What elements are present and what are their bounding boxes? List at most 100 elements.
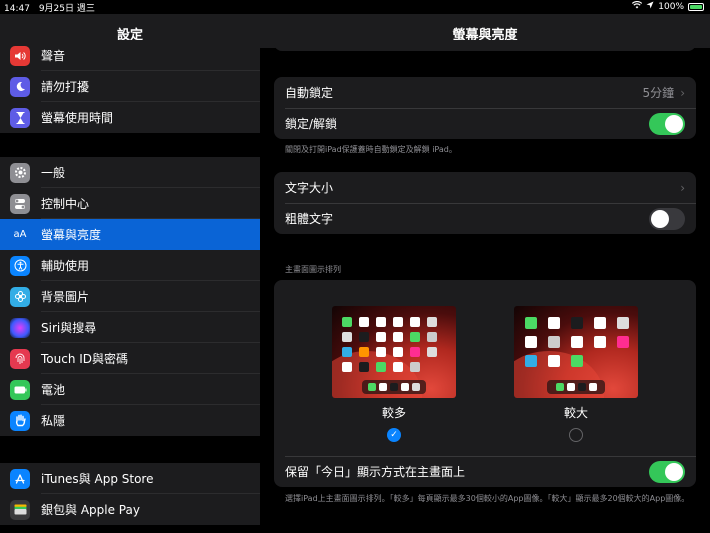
app-icon <box>410 347 420 357</box>
sidebar-item-do-not-disturb[interactable]: 請勿打擾 <box>0 71 260 102</box>
app-icon <box>617 317 629 329</box>
preview-dock <box>362 380 426 394</box>
keep-today-label: 保留「今日」顯示方式在主畫面上 <box>285 465 466 479</box>
app-icon <box>427 317 437 327</box>
layout-option-bigger[interactable]: 較大 <box>514 306 638 442</box>
divider <box>285 456 696 457</box>
chevron-right-icon: › <box>680 180 685 195</box>
sidebar-item-control-center[interactable]: 控制中心 <box>0 188 260 219</box>
sidebar-item-label: iTunes與 App Store <box>41 472 154 486</box>
keep-today-row: 保留「今日」顯示方式在主畫面上 <box>274 456 696 487</box>
app-icon <box>548 355 560 367</box>
icon-grid <box>525 317 629 367</box>
app-icon <box>548 317 560 329</box>
sidebar-item-wallpaper[interactable]: 背景圖片 <box>0 281 260 312</box>
toggle-knob <box>651 209 669 228</box>
sidebar-item-sound[interactable]: 聲音 <box>0 40 260 71</box>
toggle-knob <box>665 462 683 481</box>
app-icon <box>342 347 352 357</box>
sidebar-item-label: 一般 <box>41 166 66 180</box>
sidebar-item-battery[interactable]: 電池 <box>0 374 260 405</box>
sidebar-item-general[interactable]: 一般 <box>0 157 260 188</box>
app-icon <box>376 332 386 342</box>
sidebar-item-display-brightness[interactable]: aA 螢幕與亮度 <box>0 219 260 250</box>
auto-lock-value: 5分鐘 <box>642 86 675 100</box>
status-bar: 14:47 9月25日 週三 100% <box>0 0 710 14</box>
speaker-icon <box>10 45 30 66</box>
app-icon <box>393 332 403 342</box>
sidebar-item-label: 電池 <box>41 383 66 397</box>
app-icon <box>410 362 420 372</box>
text-size-icon: aA <box>10 224 30 245</box>
fingerprint-icon <box>10 348 30 369</box>
text-card: 文字大小 › 粗體文字 <box>274 172 696 234</box>
app-icon <box>410 332 420 342</box>
dock-icon <box>555 383 564 391</box>
lock-unlock-row: 鎖定/解鎖 <box>274 108 696 139</box>
bold-text-toggle[interactable] <box>649 207 685 230</box>
layout-bigger-radio[interactable] <box>569 428 583 442</box>
moon-icon <box>10 76 30 97</box>
sidebar-item-label: Siri與搜尋 <box>41 321 97 335</box>
sidebar-item-label: 輔助使用 <box>41 259 90 273</box>
layout-more-radio[interactable]: ✓ <box>387 428 401 442</box>
layout-bigger-label: 較大 <box>563 406 588 420</box>
app-store-icon <box>10 468 30 489</box>
sidebar-item-accessibility[interactable]: 輔助使用 <box>0 250 260 281</box>
sidebar-item-wallet[interactable]: 銀包與 Apple Pay <box>0 494 260 525</box>
sidebar-item-label: 控制中心 <box>41 197 90 211</box>
siri-icon <box>10 317 30 338</box>
sidebar-item-app-store[interactable]: iTunes與 App Store <box>0 463 260 494</box>
battery-icon <box>10 379 30 400</box>
app-icon <box>525 355 537 367</box>
battery-percent: 100% <box>658 1 684 12</box>
app-icon <box>594 317 606 329</box>
layout-section-header: 主畫面圖示排列 <box>285 265 341 274</box>
sidebar-item-privacy[interactable]: 私隱 <box>0 405 260 436</box>
app-icon <box>376 362 386 372</box>
sidebar: 設定 聲音 請勿打擾 螢幕使用時間 一般 控制中心 aA 螢幕與亮度 輔助使用 … <box>0 0 260 533</box>
app-icon <box>427 347 437 357</box>
app-icon <box>571 317 583 329</box>
app-icon <box>571 336 583 348</box>
app-icon <box>548 336 560 348</box>
app-icon <box>342 362 352 372</box>
checkmark-icon: ✓ <box>390 430 398 440</box>
dock-icon <box>588 383 597 391</box>
app-icon <box>617 336 629 348</box>
sidebar-item-touch-id[interactable]: Touch ID與密碼 <box>0 343 260 374</box>
app-icon <box>525 317 537 329</box>
sidebar-item-siri[interactable]: Siri與搜尋 <box>0 312 260 343</box>
text-size-row[interactable]: 文字大小 › <box>274 172 696 203</box>
keep-today-toggle[interactable] <box>649 460 685 483</box>
layout-more-label: 較多 <box>381 406 406 420</box>
sidebar-item-label: 請勿打擾 <box>41 80 90 94</box>
brightness-card-partial <box>274 40 696 51</box>
sidebar-item-screen-time[interactable]: 螢幕使用時間 <box>0 102 260 133</box>
gear-icon <box>10 162 30 183</box>
app-icon <box>359 317 369 327</box>
wifi-icon <box>632 1 643 12</box>
lock-unlock-toggle[interactable] <box>649 112 685 135</box>
app-icon <box>594 336 606 348</box>
hand-icon <box>10 410 30 431</box>
icon-grid <box>342 317 437 372</box>
sidebar-item-label: 背景圖片 <box>41 290 90 304</box>
app-icon <box>376 347 386 357</box>
auto-lock-row[interactable]: 自動鎖定 5分鐘 › <box>274 77 696 108</box>
chevron-right-icon: › <box>680 85 685 100</box>
auto-lock-label: 自動鎖定 <box>285 86 334 100</box>
layout-option-more[interactable]: 較多 ✓ <box>332 306 456 442</box>
dock-icon <box>577 383 586 391</box>
app-icon <box>359 332 369 342</box>
flower-icon <box>10 286 30 307</box>
accessibility-icon <box>10 255 30 276</box>
sidebar-item-label: Touch ID與密碼 <box>41 352 129 366</box>
sidebar-group-sound: 聲音 請勿打擾 螢幕使用時間 <box>0 40 260 133</box>
dock-icon <box>566 383 575 391</box>
sidebar-group-general: 一般 控制中心 aA 螢幕與亮度 輔助使用 背景圖片 Siri與搜尋 Touch… <box>0 157 260 436</box>
bold-text-label: 粗體文字 <box>285 212 334 226</box>
sidebar-group-store: iTunes與 App Store 銀包與 Apple Pay <box>0 463 260 525</box>
text-size-label: 文字大小 <box>285 181 334 195</box>
app-icon <box>393 317 403 327</box>
